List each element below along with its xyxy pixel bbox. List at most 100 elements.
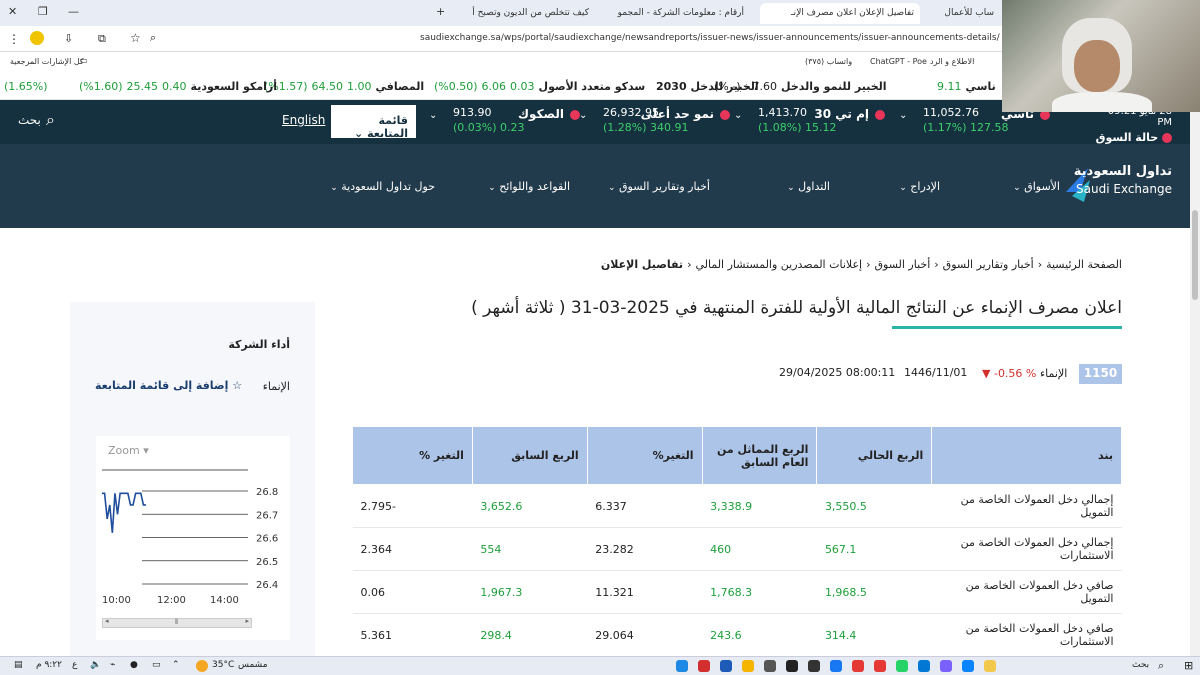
browser-tab[interactable]: ساب للأعمال [930, 3, 1000, 24]
nav-item[interactable]: الإدراج ⌄ [899, 180, 940, 193]
table-row: صافي دخل العمولات الخاصة من التمويل 1,968… [352, 570, 1122, 614]
row-label: صافي دخل العمولات الخاصة من الاستثمارات [931, 613, 1122, 656]
youtube-icon[interactable] [852, 660, 864, 672]
mic-icon[interactable]: ● [130, 660, 138, 670]
watchlist-label: قائمة المتابعة [367, 114, 408, 140]
nav-item-label: الإدراج [910, 180, 940, 193]
facebook-icon[interactable] [830, 660, 842, 672]
ticker-name: الخبير للنمو والدخل [781, 80, 887, 93]
breadcrumb-item[interactable]: أخبار السوق [874, 258, 930, 271]
taskbar-search-label[interactable]: بحث [1132, 660, 1149, 670]
all-bookmarks[interactable]: كل الإشارات المرجعية [10, 57, 84, 66]
add-to-watchlist-link[interactable]: ☆ إضافة إلى قائمة المتابعة [95, 379, 242, 392]
search-icon[interactable]: ⌕ [46, 110, 55, 130]
scroll-left-icon[interactable]: ◂ [105, 617, 109, 625]
taskbar-search-icon[interactable]: ⌕ [1158, 659, 1164, 673]
index-name: إم تي 30 [814, 107, 869, 121]
index-change-value: 15.12 [805, 121, 837, 134]
input-language[interactable]: ع [72, 660, 77, 670]
table-row: إجمالي دخل العمولات الخاصة من الاستثمارا… [352, 527, 1122, 571]
profile-avatar[interactable] [30, 31, 44, 45]
notification-icon[interactable]: ▤ [14, 660, 23, 670]
ticker-item[interactable]: (1.65%) [0, 80, 60, 93]
nav-item[interactable]: حول تداول السعودية ⌄ [330, 180, 435, 193]
table-cell: 3,338.9 [702, 484, 817, 528]
display-icon[interactable]: ▭ [152, 660, 161, 670]
network-icon[interactable]: ⌁ [110, 660, 115, 670]
ticker-item[interactable]: أرامكو السعودية 25.45 0.40 (1.60%) [75, 80, 277, 93]
x-tick-label: 14:00 [210, 595, 239, 606]
table-cell: 314.4 [816, 613, 932, 656]
app-icon[interactable] [940, 660, 952, 672]
browser-tab[interactable]: تفاصيل الإعلان اعلان مصرف الإنـ [760, 3, 920, 24]
browser-tab[interactable]: أرقام : معلومات الشركة - المجمو [600, 3, 750, 24]
url-text[interactable]: saudiexchange.sa/wps/portal/saudiexchang… [420, 33, 1000, 43]
folder-icon: ▭ [80, 56, 88, 65]
restore-window-icon[interactable]: ❐ [38, 5, 48, 18]
chrome-icon[interactable] [742, 660, 754, 672]
volume-icon[interactable]: 🔈 [90, 660, 101, 670]
nav-item[interactable]: التداول ⌄ [787, 180, 830, 193]
chevron-down-icon: ⌄ [429, 110, 438, 121]
saudi-exchange-logo[interactable]: تداول السعودية Saudi Exchange [1062, 162, 1172, 206]
index-dot-icon [570, 110, 580, 120]
new-tab-icon[interactable]: + [436, 5, 445, 18]
hijri-date: 1446/11/01 [904, 366, 968, 379]
index-change: (0.03%) 0.23 [453, 121, 525, 134]
close-window-icon[interactable]: ✕ [8, 5, 17, 18]
whatsapp-icon[interactable] [896, 660, 908, 672]
x-tick-label: 10:00 [102, 595, 131, 606]
star-outline-icon: ☆ [232, 379, 243, 392]
scroll-right-icon[interactable]: ▸ [245, 617, 249, 625]
table-cell: 2.364 [352, 527, 473, 571]
ticker-item[interactable]: سدكو متعدد الأصول 6.06 0.03 (0.50%) [430, 80, 645, 93]
store-icon[interactable] [962, 660, 974, 672]
extensions-icon[interactable]: ⧉ [98, 32, 106, 46]
mail-icon[interactable] [918, 660, 930, 672]
watchlist-button[interactable]: قائمة المتابعة ⌄ [331, 105, 416, 140]
zoom-icon[interactable]: ⌕ [150, 31, 156, 45]
results-table: بند الربع الحالي الربع المماثل من العام ال… [352, 426, 1122, 656]
ticker-item[interactable]: ناسي9.11 [925, 80, 996, 93]
english-link[interactable]: English [282, 113, 325, 127]
presenter-shoulders [1052, 92, 1152, 112]
page-scrollbar[interactable] [1190, 100, 1200, 656]
minimize-window-icon[interactable]: — [68, 5, 79, 18]
browser-tab[interactable]: كيف تتخلص من الديون وتصبح أ [455, 3, 595, 24]
breadcrumb-item[interactable]: الصفحة الرئيسية [1046, 258, 1122, 271]
menu-dots-icon[interactable]: ⋮ [8, 32, 20, 46]
app-icon[interactable] [786, 660, 798, 672]
nav-item-label: القواعد واللوائح [499, 180, 570, 193]
folder-icon[interactable] [984, 660, 996, 672]
index-pct: (1.28%) [603, 121, 647, 134]
company-name[interactable]: الإنماء [1040, 367, 1067, 380]
breadcrumb-item[interactable]: أخبار وتقارير السوق [943, 258, 1034, 271]
scroll-thumb[interactable] [1192, 210, 1198, 300]
nav-item[interactable]: الأسواق ⌄ [1013, 180, 1060, 193]
ticker-pct: (1.60%) [79, 80, 123, 93]
search-label[interactable]: بحث [18, 113, 41, 127]
word-icon[interactable] [720, 660, 732, 672]
youtube-icon[interactable] [874, 660, 886, 672]
settings-icon[interactable] [764, 660, 776, 672]
bookmark-whatsapp[interactable]: (٣٧٥) واتساب [805, 57, 852, 66]
nav-item[interactable]: القواعد واللوائح ⌄ [488, 180, 570, 193]
bookmark-star-icon[interactable]: ☆ [130, 31, 141, 45]
nav-item[interactable]: أخبار وتقارير السوق ⌄ [608, 180, 710, 193]
bookmark-poe[interactable]: ChatGPT - Poe [870, 57, 927, 66]
chart-scrollbar[interactable]: ◂ ▸ ⦀ [102, 617, 252, 628]
breadcrumb-item[interactable]: إعلانات المصدرين والمستشار المالي [695, 258, 862, 271]
scroll-grip-icon[interactable]: ⦀ [175, 618, 178, 627]
tray-chevron-icon[interactable]: ⌃ [172, 660, 180, 670]
downloads-icon[interactable]: ⇩ [64, 32, 73, 45]
table-row: صافي دخل العمولات الخاصة من الاستثمارات 3… [352, 613, 1122, 656]
ticker-item[interactable]: الخبير للدخل 2030 [640, 80, 759, 93]
edge-icon[interactable] [676, 660, 688, 672]
ticker-item[interactable]: المصافي64.50 1.00(1.57%) [260, 80, 424, 93]
table-cell: 6.337 [587, 484, 703, 528]
bookmark-read[interactable]: الاطلاع و الرد [930, 57, 974, 66]
weather-label: مشمس [238, 660, 268, 670]
start-windows-icon[interactable]: ⊞ [1184, 659, 1193, 672]
app-icon[interactable] [808, 660, 820, 672]
acrobat-icon[interactable] [698, 660, 710, 672]
